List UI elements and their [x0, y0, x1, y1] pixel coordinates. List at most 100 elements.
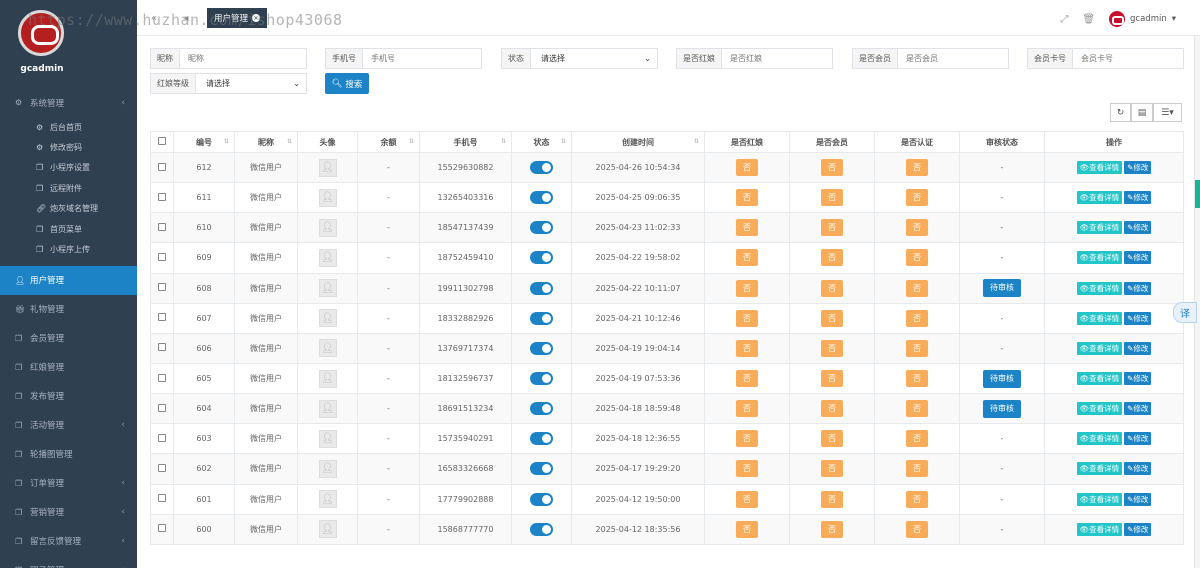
sidebar-item[interactable]: ❐ 轮播图管理	[0, 440, 137, 469]
row-checkbox[interactable]	[158, 313, 166, 322]
column-header[interactable]: 是否会员	[789, 131, 875, 153]
sidebar-item[interactable]: ❐ 发布管理	[0, 382, 137, 411]
verified-badge[interactable]: 否	[906, 279, 928, 297]
sidebar-item[interactable]: ❐ 留言反馈管理 ‹	[0, 527, 137, 556]
verified-badge[interactable]: 否	[906, 219, 928, 237]
member-badge[interactable]: 否	[821, 159, 843, 177]
avatar-placeholder-icon[interactable]: 👤︎	[318, 158, 337, 177]
edit-button[interactable]: ✎修改	[1124, 281, 1152, 295]
verified-badge[interactable]: 否	[906, 189, 928, 207]
view-details-button[interactable]: 👁︎查看详情	[1076, 372, 1123, 386]
avatar-placeholder-icon[interactable]: 👤︎	[318, 339, 337, 358]
member-badge[interactable]: 否	[821, 370, 843, 388]
scrollbar-thumb[interactable]	[1195, 180, 1200, 208]
column-header[interactable]: 操作	[1044, 131, 1184, 153]
matchmaker-badge[interactable]: 否	[736, 460, 758, 478]
sidebar-item[interactable]: 🎁︎ 礼物管理	[0, 295, 137, 324]
row-checkbox[interactable]	[158, 222, 166, 231]
tab-back-button[interactable]: «	[143, 0, 165, 36]
view-details-button[interactable]: 👁︎查看详情	[1076, 402, 1123, 416]
row-checkbox[interactable]	[158, 433, 166, 442]
view-details-button[interactable]: 👁︎查看详情	[1076, 341, 1123, 355]
audit-button[interactable]: 待审核	[983, 399, 1021, 418]
avatar-placeholder-icon[interactable]: 👤︎	[318, 459, 337, 478]
view-details-button[interactable]: 👁︎查看详情	[1076, 492, 1123, 506]
status-toggle[interactable]	[530, 191, 553, 205]
sidebar-item[interactable]: ❐ 营销管理 ‹	[0, 498, 137, 527]
card-input[interactable]	[1073, 49, 1183, 68]
matchmaker-badge[interactable]: 否	[736, 490, 758, 508]
status-toggle[interactable]	[530, 462, 553, 476]
status-toggle[interactable]	[530, 432, 553, 446]
matchmaker-badge[interactable]: 否	[736, 400, 758, 418]
row-checkbox[interactable]	[158, 373, 166, 382]
verified-badge[interactable]: 否	[906, 249, 928, 267]
verified-badge[interactable]: 否	[906, 460, 928, 478]
member-badge[interactable]: 否	[821, 430, 843, 448]
sidebar-item-system[interactable]: ⚙ 系统管理 ‹	[0, 88, 137, 117]
audit-button[interactable]: 待审核	[983, 279, 1021, 298]
sidebar-subitem[interactable]: ❐ 首页菜单	[0, 219, 137, 239]
status-toggle[interactable]	[530, 341, 553, 355]
edit-button[interactable]: ✎修改	[1124, 221, 1152, 235]
view-details-button[interactable]: 👁︎查看详情	[1076, 251, 1123, 265]
member-badge[interactable]: 否	[821, 520, 843, 538]
avatar-placeholder-icon[interactable]: 👤︎	[318, 188, 337, 207]
sidebar-item[interactable]: ❐ 红娘管理	[0, 353, 137, 382]
edit-button[interactable]: ✎修改	[1124, 372, 1152, 386]
avatar-placeholder-icon[interactable]: 👤︎	[318, 218, 337, 237]
member-badge[interactable]: 否	[821, 339, 843, 357]
column-header[interactable]: 余额 ⇅	[357, 131, 420, 153]
row-checkbox[interactable]	[158, 192, 166, 201]
user-menu[interactable]: gcadmin ▾	[1109, 11, 1176, 27]
view-details-button[interactable]: 👁︎查看详情	[1076, 281, 1123, 295]
member-badge[interactable]: 否	[821, 219, 843, 237]
status-toggle[interactable]	[530, 372, 553, 386]
matchmaker-badge[interactable]: 否	[736, 309, 758, 327]
status-toggle[interactable]	[530, 522, 553, 536]
view-details-button[interactable]: 👁︎查看详情	[1076, 462, 1123, 476]
member-badge[interactable]: 否	[821, 309, 843, 327]
row-checkbox[interactable]	[158, 494, 166, 503]
edit-button[interactable]: ✎修改	[1124, 161, 1152, 175]
close-icon[interactable]: ✕	[252, 14, 261, 22]
member-badge[interactable]: 否	[821, 400, 843, 418]
sidebar-item[interactable]: ❐ 订单管理 ‹	[0, 469, 137, 498]
sidebar-subitem[interactable]: ❐ 小程序上传	[0, 239, 137, 259]
verified-badge[interactable]: 否	[906, 159, 928, 177]
sidebar-item[interactable]: ❐ 活动管理 ‹	[0, 411, 137, 440]
tab-user-management[interactable]: 用户管理 ✕	[207, 8, 268, 28]
edit-button[interactable]: ✎修改	[1124, 432, 1152, 446]
fullscreen-icon[interactable]: ⤢	[1060, 14, 1068, 25]
search-button[interactable]: 🔍︎ 搜索	[325, 73, 369, 94]
avatar-placeholder-icon[interactable]: 👤︎	[318, 490, 337, 509]
row-checkbox[interactable]	[158, 343, 166, 352]
sidebar-item[interactable]: 👤︎ 用户管理	[0, 265, 137, 295]
row-checkbox[interactable]	[158, 162, 166, 171]
avatar-placeholder-icon[interactable]: 👤︎	[318, 399, 337, 418]
verified-badge[interactable]: 否	[906, 520, 928, 538]
member-badge[interactable]: 否	[821, 189, 843, 207]
matchmaker-badge[interactable]: 否	[736, 249, 758, 267]
matchmaker-badge[interactable]: 否	[736, 279, 758, 297]
status-toggle[interactable]	[530, 492, 553, 506]
edit-button[interactable]: ✎修改	[1124, 462, 1152, 476]
column-header[interactable]: 编号 ⇅	[173, 131, 235, 153]
edit-button[interactable]: ✎修改	[1124, 522, 1152, 536]
matchmaker-badge[interactable]: 否	[736, 370, 758, 388]
column-header[interactable]: 是否红娘	[704, 131, 790, 153]
matchmaker-badge[interactable]: 否	[736, 430, 758, 448]
edit-button[interactable]: ✎修改	[1124, 492, 1152, 506]
row-checkbox[interactable]	[158, 403, 166, 412]
matchmaker-badge[interactable]: 否	[736, 219, 758, 237]
sidebar-subitem[interactable]: ❐ 远程附件	[0, 178, 137, 198]
verified-badge[interactable]: 否	[906, 400, 928, 418]
member-badge[interactable]: 否	[821, 460, 843, 478]
status-toggle[interactable]	[530, 402, 553, 416]
phone-input[interactable]	[363, 49, 481, 68]
sidebar-subitem[interactable]: 🔗︎ 炮灰域名管理	[0, 199, 137, 219]
column-header[interactable]: 头像	[297, 131, 358, 153]
status-toggle[interactable]	[530, 251, 553, 265]
select-all-checkbox[interactable]	[158, 137, 166, 145]
sidebar-item[interactable]: ❐ 会员管理	[0, 324, 137, 353]
